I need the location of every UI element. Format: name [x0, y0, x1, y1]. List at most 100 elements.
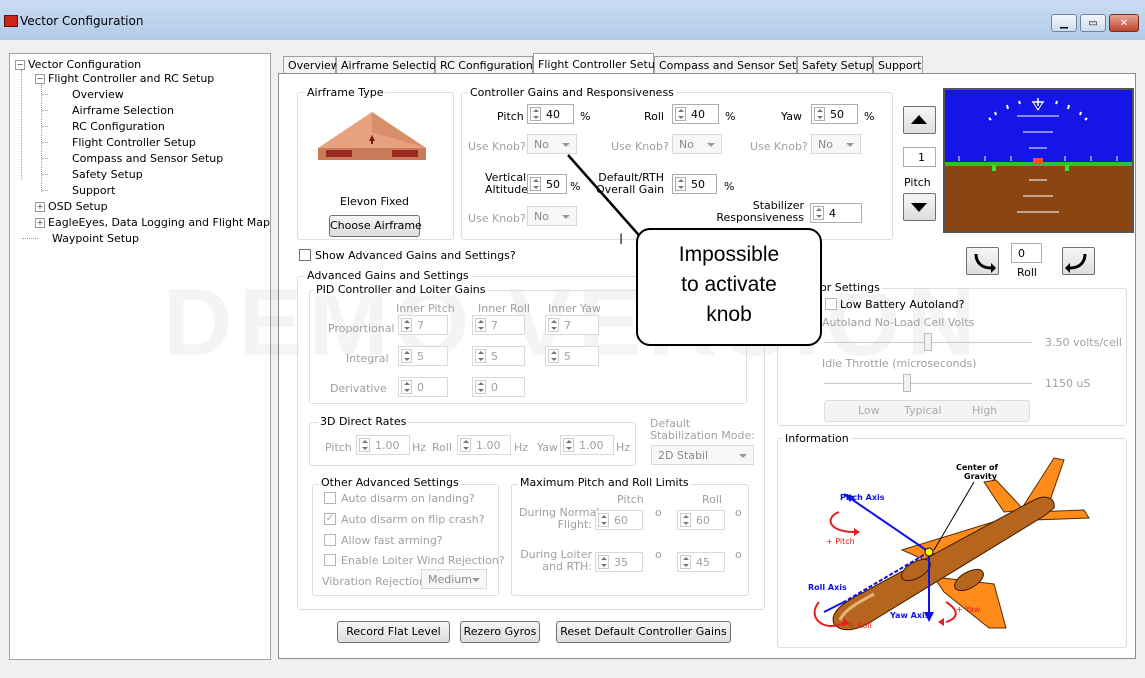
reset-gains-button[interactable]: Reset Default Controller Gains — [556, 621, 731, 643]
tree-item-eagleeyes[interactable]: + EagleEyes, Data Logging and Flight Map — [35, 216, 270, 230]
spinner-arrows-icon[interactable] — [530, 177, 541, 191]
idle-throttle-value: 1150 uS — [1045, 377, 1091, 390]
spinner-arrows-icon[interactable] — [563, 438, 574, 452]
rate-yaw-spinner[interactable]: 1.00 — [560, 435, 614, 455]
tab-rc-configuration[interactable]: RC Configuration — [435, 56, 533, 73]
normal-roll-spinner[interactable]: 60 — [677, 510, 725, 530]
rate-pitch-spinner[interactable]: 1.00 — [356, 435, 410, 455]
loiter-wind-checkbox[interactable] — [324, 554, 336, 566]
pitch-up-button[interactable] — [903, 106, 936, 134]
spinner-arrows-icon[interactable] — [598, 513, 609, 527]
pid-gains-label: PID Controller and Loiter Gains — [314, 283, 488, 296]
tree-item-airframe-selection[interactable]: Airframe Selection — [72, 104, 174, 118]
tree-root[interactable]: − Vector Configuration — [15, 58, 141, 72]
choose-airframe-button[interactable]: Choose Airframe — [329, 215, 422, 237]
preset-typical-button[interactable]: Typical — [904, 401, 941, 421]
tree-item-rc-configuration[interactable]: RC Configuration — [72, 120, 165, 134]
normal-pitch-spinner[interactable]: 60 — [595, 510, 643, 530]
prop-pitch-spinner[interactable]: 7 — [398, 315, 448, 335]
prop-roll-spinner[interactable]: 7 — [472, 315, 525, 335]
spinner-arrows-icon[interactable] — [460, 438, 471, 452]
minimize-button[interactable]: ▁ — [1051, 14, 1077, 32]
collapse-icon[interactable]: − — [15, 60, 25, 70]
roll-gain-spinner[interactable]: 40 — [672, 104, 719, 124]
stabilizer-spinner[interactable]: 4 — [810, 203, 862, 223]
expand-icon[interactable]: + — [35, 218, 45, 228]
close-button[interactable]: ✕ — [1109, 14, 1139, 32]
auto-disarm-flip-checkbox[interactable]: ✓ — [324, 513, 336, 525]
spinner-arrows-icon[interactable] — [675, 107, 686, 121]
navigation-tree[interactable]: − Vector Configuration − Flight Controller… — [9, 53, 271, 660]
spinner-arrows-icon[interactable] — [401, 318, 412, 332]
tree-item-compass-sensor-setup[interactable]: Compass and Sensor Setup — [72, 152, 223, 166]
direct-rates-label: 3D Direct Rates — [318, 415, 409, 428]
roll-left-button[interactable] — [966, 247, 999, 275]
spinner-arrows-icon[interactable] — [475, 349, 486, 363]
spinner-arrows-icon[interactable] — [598, 555, 609, 569]
yaw-gain-spinner[interactable]: 50 — [811, 104, 858, 124]
tree-item-support[interactable]: Support — [72, 184, 115, 198]
expand-icon[interactable]: + — [35, 202, 45, 212]
prop-yaw-spinner[interactable]: 7 — [545, 315, 599, 335]
integ-yaw-spinner[interactable]: 5 — [545, 346, 599, 366]
auto-disarm-flip-label: Auto disarm on flip crash? — [341, 513, 485, 526]
tab-airframe-selection[interactable]: Airframe Selection — [336, 56, 443, 73]
noload-volts-slider[interactable] — [924, 333, 932, 351]
maximize-button[interactable]: ▭ — [1080, 14, 1106, 32]
spinner-arrows-icon[interactable] — [680, 513, 691, 527]
record-flat-level-button[interactable]: Record Flat Level — [337, 621, 450, 643]
airframe-name: Elevon Fixed — [340, 195, 409, 208]
integ-pitch-spinner[interactable]: 5 — [398, 346, 448, 366]
tree-item-osd-setup[interactable]: + OSD Setup — [35, 200, 108, 214]
roll-knob-dropdown[interactable]: No — [672, 134, 722, 154]
tree-item-flight-controller-setup[interactable]: Flight Controller Setup — [72, 136, 196, 150]
deriv-roll-spinner[interactable]: 0 — [472, 377, 525, 397]
tree-item-flight-rc-setup[interactable]: − Flight Controller and RC Setup — [35, 72, 214, 86]
show-advanced-checkbox[interactable] — [299, 249, 311, 261]
spinner-arrows-icon[interactable] — [814, 107, 825, 121]
stabilization-mode-dropdown[interactable]: 2D Stabil — [651, 445, 754, 465]
tab-support[interactable]: Support — [873, 56, 923, 73]
spinner-arrows-icon[interactable] — [680, 555, 691, 569]
spinner-arrows-icon[interactable] — [401, 380, 412, 394]
tab-compass-sensor-setup[interactable]: Compass and Sensor Setup — [654, 56, 810, 73]
tab-safety-setup[interactable]: Safety Setup — [797, 56, 873, 73]
fast-arming-checkbox[interactable] — [324, 534, 336, 546]
yaw-knob-dropdown[interactable]: No — [811, 134, 861, 154]
tab-flight-controller-setup[interactable]: Flight Controller Setup — [533, 53, 662, 74]
roll-right-button[interactable] — [1062, 247, 1095, 275]
tree-item-waypoint-setup[interactable]: Waypoint Setup — [52, 232, 139, 246]
rezero-gyros-button[interactable]: Rezero Gyros — [460, 621, 540, 643]
spinner-arrows-icon[interactable] — [475, 380, 486, 394]
pitch-down-button[interactable] — [903, 193, 936, 221]
vibration-dropdown[interactable]: Medium — [421, 569, 487, 589]
collapse-icon[interactable]: − — [35, 74, 45, 84]
percent-label: % — [864, 110, 875, 123]
integ-roll-spinner[interactable]: 5 — [472, 346, 525, 366]
tree-item-safety-setup[interactable]: Safety Setup — [72, 168, 143, 182]
spinner-arrows-icon[interactable] — [475, 318, 486, 332]
use-knob-label: Use Knob? — [468, 140, 526, 153]
spinner-arrows-icon[interactable] — [530, 107, 541, 121]
deriv-pitch-spinner[interactable]: 0 — [398, 377, 448, 397]
loiter-pitch-spinner[interactable]: 35 — [595, 552, 643, 572]
idle-throttle-slider[interactable] — [903, 374, 911, 392]
spinner-arrows-icon[interactable] — [401, 349, 412, 363]
spinner-arrows-icon[interactable] — [548, 318, 559, 332]
pitch-value-box[interactable]: 1 — [903, 147, 936, 167]
tree-item-overview[interactable]: Overview — [72, 88, 124, 102]
preset-high-button[interactable]: High — [972, 401, 997, 421]
spinner-arrows-icon[interactable] — [359, 438, 370, 452]
loiter-roll-spinner[interactable]: 45 — [677, 552, 725, 572]
auto-disarm-landing-checkbox[interactable] — [324, 492, 336, 504]
pitch-gain-spinner[interactable]: 40 — [527, 104, 574, 124]
rate-roll-spinner[interactable]: 1.00 — [457, 435, 511, 455]
spinner-arrows-icon[interactable] — [675, 177, 686, 191]
rth-gain-spinner[interactable]: 50 — [672, 174, 717, 194]
spinner-arrows-icon[interactable] — [813, 206, 824, 220]
tab-overview[interactable]: Overview — [283, 56, 340, 73]
roll-value-box[interactable]: 0 — [1011, 243, 1042, 263]
preset-low-button[interactable]: Low — [858, 401, 880, 421]
low-battery-checkbox[interactable] — [825, 298, 837, 310]
spinner-arrows-icon[interactable] — [548, 349, 559, 363]
